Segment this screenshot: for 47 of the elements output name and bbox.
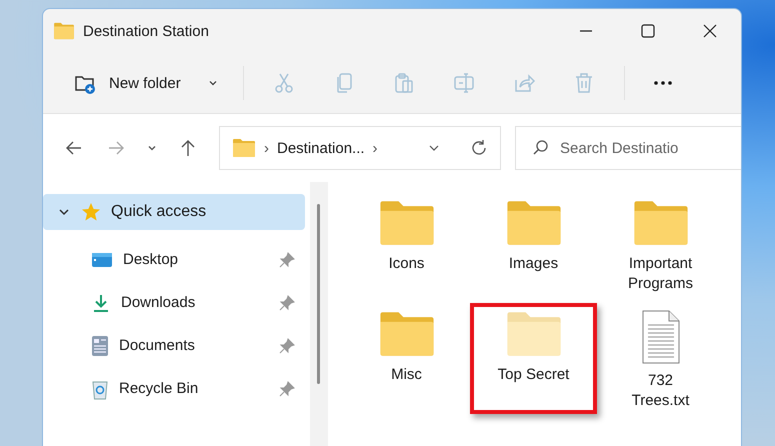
file-name: Important Programs [626,254,694,294]
folder-icon [53,22,75,40]
sidebar-item[interactable]: Downloads [43,281,305,324]
star-icon [81,202,101,222]
new-folder-button[interactable]: New folder [73,63,233,103]
scrollbar[interactable] [310,182,328,446]
document-icon [91,334,109,356]
sidebar-label: Documents [119,337,196,354]
search-field[interactable]: Search Destinatio [515,126,741,170]
forward-arrow-icon [107,139,125,157]
breadcrumb-item[interactable]: Destination... [277,140,365,156]
desktop-icon [91,250,113,268]
folder-item[interactable]: Important Programs [597,192,724,303]
sidebar-item[interactable]: Desktop [43,238,305,281]
breadcrumb-separator: › [264,140,269,156]
up-arrow-icon [179,139,197,157]
address-bar[interactable]: › Destination... › [219,126,501,170]
caret-icon [147,143,157,153]
file-name: Top Secret [496,365,570,385]
sidebar-label: Downloads [121,294,196,311]
close-icon [703,24,717,38]
folder-item[interactable]: Images [470,192,597,303]
sidebar-item[interactable]: Quick access [43,194,305,230]
sidebar-item[interactable]: Documents [43,324,305,367]
file-item[interactable]: 732 Trees.txt [597,303,724,414]
sidebar-label: Recycle Bin [119,380,200,397]
rename-icon [452,71,476,95]
sidebar-item[interactable]: Recycle Bin [43,367,305,410]
file-name: Icons [388,254,426,274]
folder-item[interactable]: Misc [343,303,470,414]
breadcrumb-separator: › [372,140,378,156]
folder-item[interactable]: Icons [343,192,470,303]
file-name: Images [508,254,560,274]
sidebar-label: Desktop [123,251,180,268]
folder-icon [232,138,256,158]
back-arrow-icon [65,139,83,157]
file-name: 732 Trees.txt [630,371,690,411]
refresh-icon [470,139,488,157]
search-placeholder: Search Destinatio [560,140,678,156]
folder-item[interactable]: Top Secret [470,303,597,414]
window-title: Destination Station [83,22,210,40]
file-name: Misc [390,365,423,385]
search-icon [532,139,550,157]
more-icon [652,80,673,86]
maximize-icon [641,24,655,38]
sidebar-label: Quick access [111,203,206,221]
download-icon [91,292,111,312]
